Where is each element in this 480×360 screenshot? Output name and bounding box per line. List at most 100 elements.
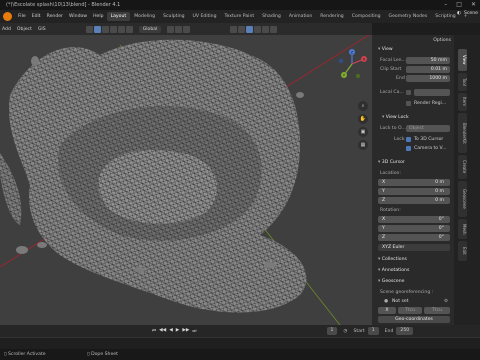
- current-frame-field[interactable]: 1: [326, 327, 338, 335]
- view-section-header[interactable]: View: [372, 45, 454, 54]
- sidebar-tab-create[interactable]: Create: [458, 155, 467, 179]
- snap-icon[interactable]: [125, 25, 133, 33]
- xray-icon[interactable]: [238, 25, 246, 33]
- sidebar-tab-blenderkit[interactable]: BlenderKit: [458, 113, 467, 153]
- tab-modeling[interactable]: Modeling: [130, 12, 159, 21]
- maximize-icon[interactable]: □: [456, 0, 462, 10]
- sidebar-tab-mesh[interactable]: Mesh: [458, 219, 467, 239]
- lock-to-object-field[interactable]: Object: [406, 125, 450, 132]
- tab-uv-editing[interactable]: UV Editing: [189, 12, 221, 21]
- menu-render[interactable]: Render: [44, 14, 66, 19]
- transform-icon[interactable]: [117, 25, 125, 33]
- jump-start-icon[interactable]: ⏮: [152, 328, 156, 334]
- overlay-icon[interactable]: [230, 25, 238, 33]
- cursor-x-field[interactable]: X 0 m: [378, 179, 450, 186]
- rotation-z-field[interactable]: Z 0°: [378, 234, 450, 241]
- navigation-gizmo[interactable]: Z X Y: [336, 47, 368, 81]
- grid-icon[interactable]: ▦: [358, 140, 368, 150]
- tab-shading[interactable]: Shading: [258, 12, 285, 21]
- timeline-ruler[interactable]: [0, 337, 480, 349]
- close-icon[interactable]: ✕: [471, 0, 476, 10]
- play-icon[interactable]: ▶: [176, 328, 180, 334]
- sidebar-tab-view[interactable]: View: [458, 49, 467, 71]
- scene-selector[interactable]: ◐ Scene: [457, 11, 478, 16]
- transform-orientation-dropdown[interactable]: Global: [138, 25, 162, 33]
- wireframe-shading-icon[interactable]: [246, 25, 254, 33]
- rotation-y-field[interactable]: Y 0°: [378, 225, 450, 232]
- local-camera-checkbox[interactable]: [406, 90, 411, 95]
- cursor-z-field[interactable]: Z 0 m: [378, 197, 450, 204]
- snap-toggle-icon[interactable]: [175, 25, 183, 33]
- jump-end-icon[interactable]: ⏭: [192, 328, 196, 334]
- cursor-y-field[interactable]: Y 0 m: [378, 188, 450, 195]
- georef-x-button[interactable]: X: [378, 307, 396, 314]
- view-lock-section-header[interactable]: View Lock: [372, 113, 454, 122]
- rotate-icon[interactable]: [101, 25, 109, 33]
- rotation-x-field[interactable]: X 0°: [378, 216, 450, 223]
- menu-edit[interactable]: Edit: [29, 14, 44, 19]
- scale-icon[interactable]: [109, 25, 117, 33]
- prev-keyframe-icon[interactable]: ◀◀: [159, 328, 166, 334]
- tab-animation[interactable]: Animation: [285, 12, 316, 21]
- start-frame-field[interactable]: 1: [367, 327, 379, 335]
- sidebar-tab-tool[interactable]: Tool: [458, 73, 467, 91]
- tab-geometry-nodes[interactable]: Geometry Nodes: [385, 12, 432, 21]
- menu-help[interactable]: Help: [90, 14, 106, 19]
- georef-settings-icon[interactable]: ⚙: [444, 297, 448, 306]
- end-frame-field[interactable]: 250: [396, 327, 414, 335]
- georef-x-value[interactable]: Ttcu: [398, 307, 422, 314]
- pivot-icon[interactable]: [167, 25, 175, 33]
- menu-window[interactable]: Window: [66, 14, 90, 19]
- tab-compositing[interactable]: Compositing: [348, 12, 385, 21]
- focal-length-field[interactable]: 50 mm: [406, 57, 450, 64]
- menu-file[interactable]: File: [15, 14, 29, 19]
- sidebar-tab-geoscene[interactable]: Geoscene: [458, 181, 467, 217]
- tab-layout[interactable]: Layout: [106, 12, 131, 21]
- material-shading-icon[interactable]: [262, 25, 270, 33]
- 3d-viewport[interactable]: Z X Y ⌕ ✋ ▣ ▦: [0, 35, 372, 325]
- 3d-cursor-section-header[interactable]: 3D Cursor: [372, 158, 454, 167]
- tab-texture-paint[interactable]: Texture Paint: [221, 12, 259, 21]
- zoom-icon[interactable]: ⌕: [358, 101, 368, 111]
- georef-y-value[interactable]: Ttcu: [424, 307, 450, 314]
- clock-icon[interactable]: ◷: [343, 329, 347, 334]
- tab-rendering[interactable]: Rendering: [316, 12, 347, 21]
- select-icon[interactable]: [93, 25, 101, 33]
- camera-icon[interactable]: ▣: [358, 127, 368, 137]
- tab-sculpting[interactable]: Sculpting: [159, 12, 188, 21]
- annotations-section-header[interactable]: Annotations: [372, 266, 454, 275]
- pan-icon[interactable]: ✋: [358, 114, 368, 124]
- viewport-nav-buttons: ⌕ ✋ ▣ ▦: [358, 101, 368, 150]
- to-3d-cursor-label: To 3D Cursor: [414, 137, 444, 142]
- cursor-z-axis-label: Z: [382, 198, 386, 203]
- cursor-z-row: Z 0 m: [372, 196, 454, 205]
- local-camera-field[interactable]: [414, 89, 450, 96]
- menu-gis[interactable]: GIS: [38, 27, 46, 32]
- menu-add[interactable]: Add: [2, 27, 11, 32]
- move-icon[interactable]: [85, 25, 93, 33]
- to-3d-cursor-checkbox[interactable]: [406, 137, 411, 142]
- menu-object[interactable]: Object: [17, 27, 32, 32]
- geo-coordinates-button[interactable]: Geo-coordinates: [378, 316, 450, 323]
- tab-scripting[interactable]: Scripting: [431, 12, 459, 21]
- solid-shading-icon[interactable]: [254, 25, 262, 33]
- minimize-icon[interactable]: –: [444, 0, 447, 10]
- geoscene-section-header[interactable]: Geoscene: [372, 277, 454, 286]
- clip-end-field[interactable]: 1000 m: [406, 75, 450, 82]
- next-keyframe-icon[interactable]: ▶▶: [182, 328, 189, 334]
- clip-end-label: End: [396, 76, 405, 81]
- sidebar-tab-edit[interactable]: Edit: [458, 241, 467, 261]
- sidebar-tab-item[interactable]: Item: [458, 93, 467, 111]
- blender-logo-icon[interactable]: [3, 12, 12, 21]
- camera-to-view-checkbox[interactable]: [406, 146, 411, 151]
- rendered-shading-icon[interactable]: [270, 25, 278, 33]
- collections-section-header[interactable]: Collections: [372, 255, 454, 264]
- scene-icon: ◐: [456, 11, 461, 16]
- play-reverse-icon[interactable]: ◀: [169, 328, 173, 334]
- clip-start-field[interactable]: 0.01 m: [406, 66, 450, 73]
- rotation-mode-dropdown[interactable]: XYZ Euler: [378, 244, 450, 251]
- cursor-z-value: 0 m: [435, 198, 444, 203]
- proportional-icon[interactable]: [183, 25, 191, 33]
- options-button[interactable]: Options: [372, 36, 454, 45]
- render-region-checkbox[interactable]: [406, 101, 411, 106]
